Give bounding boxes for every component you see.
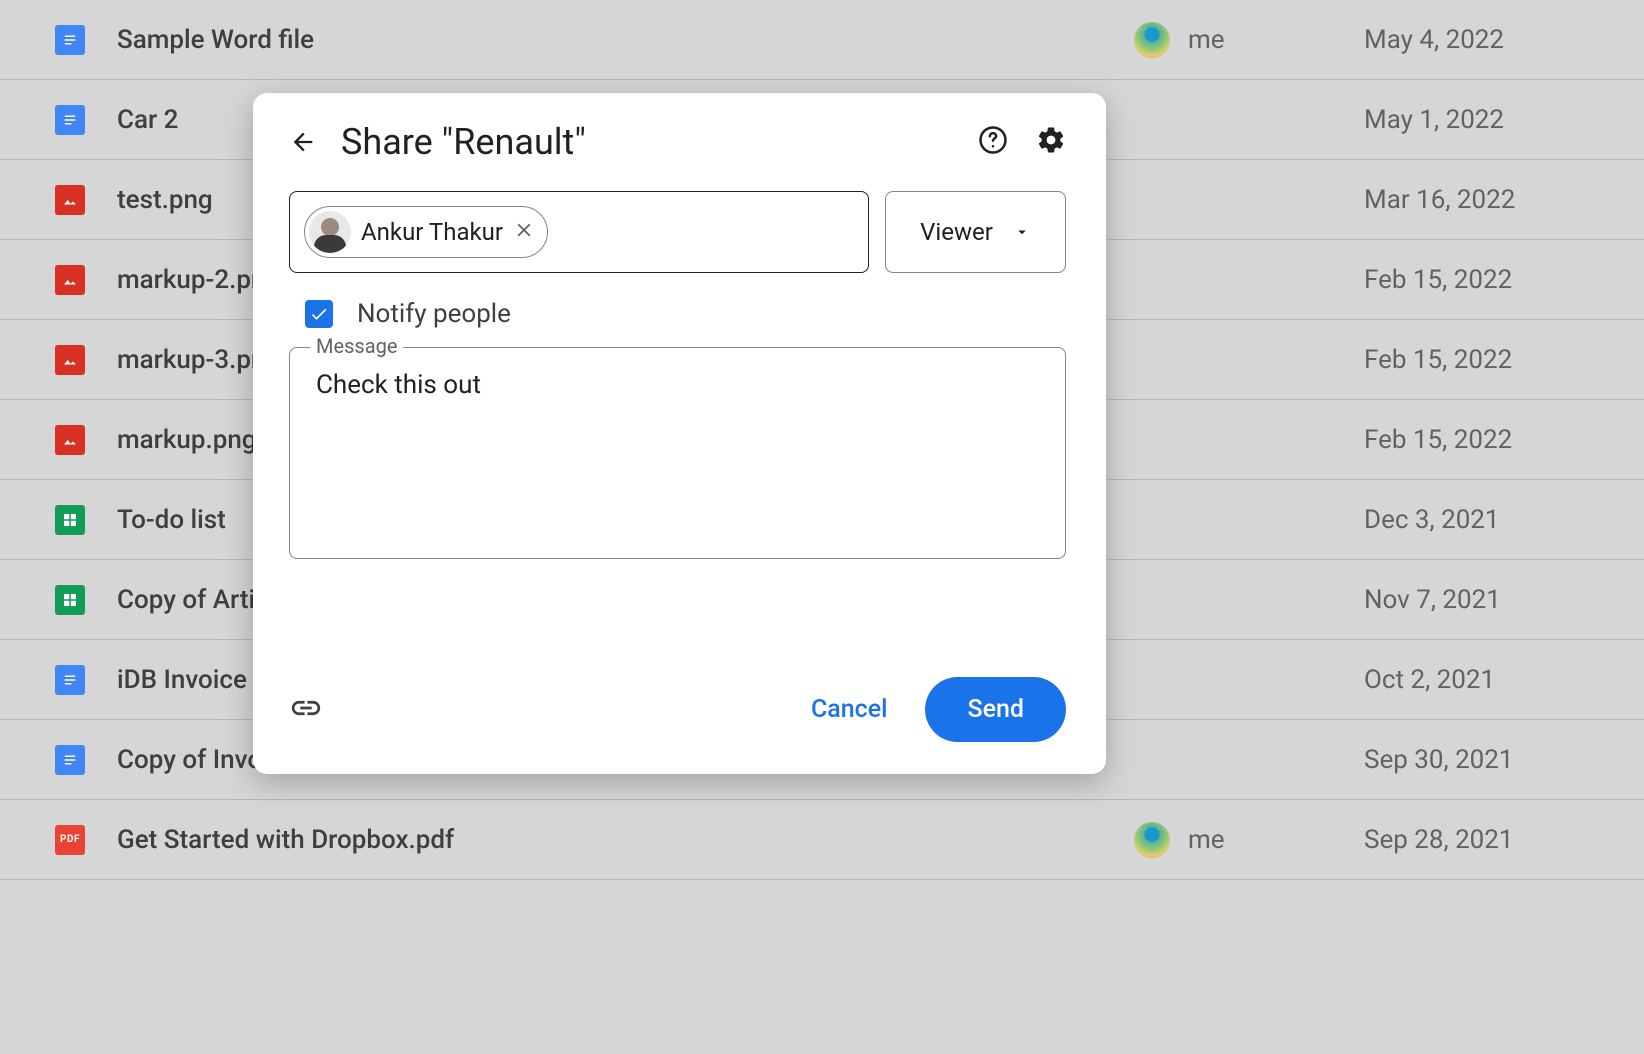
people-input[interactable]: Ankur Thakur <box>289 191 869 273</box>
notify-checkbox[interactable] <box>305 300 333 328</box>
back-button[interactable] <box>289 127 317 157</box>
recipient-chip: Ankur Thakur <box>304 206 548 258</box>
chevron-down-icon <box>1013 223 1031 241</box>
remove-chip-icon[interactable] <box>513 219 535 245</box>
dialog-title: Share "Renault" <box>341 121 954 163</box>
notify-label: Notify people <box>357 299 511 329</box>
help-icon[interactable] <box>978 125 1008 159</box>
share-dialog: Share "Renault" Ankur Thakur Viewer <box>253 93 1106 774</box>
copy-link-icon[interactable] <box>289 691 323 729</box>
recipient-name: Ankur Thakur <box>361 218 503 246</box>
cancel-button[interactable]: Cancel <box>785 681 914 738</box>
message-textarea[interactable] <box>316 370 1039 536</box>
role-label: Viewer <box>920 218 993 246</box>
send-button[interactable]: Send <box>925 677 1066 742</box>
message-legend: Message <box>310 334 403 358</box>
gear-icon[interactable] <box>1036 125 1066 159</box>
avatar <box>309 211 351 253</box>
message-field-wrapper: Message <box>289 347 1066 559</box>
role-dropdown[interactable]: Viewer <box>885 191 1066 273</box>
